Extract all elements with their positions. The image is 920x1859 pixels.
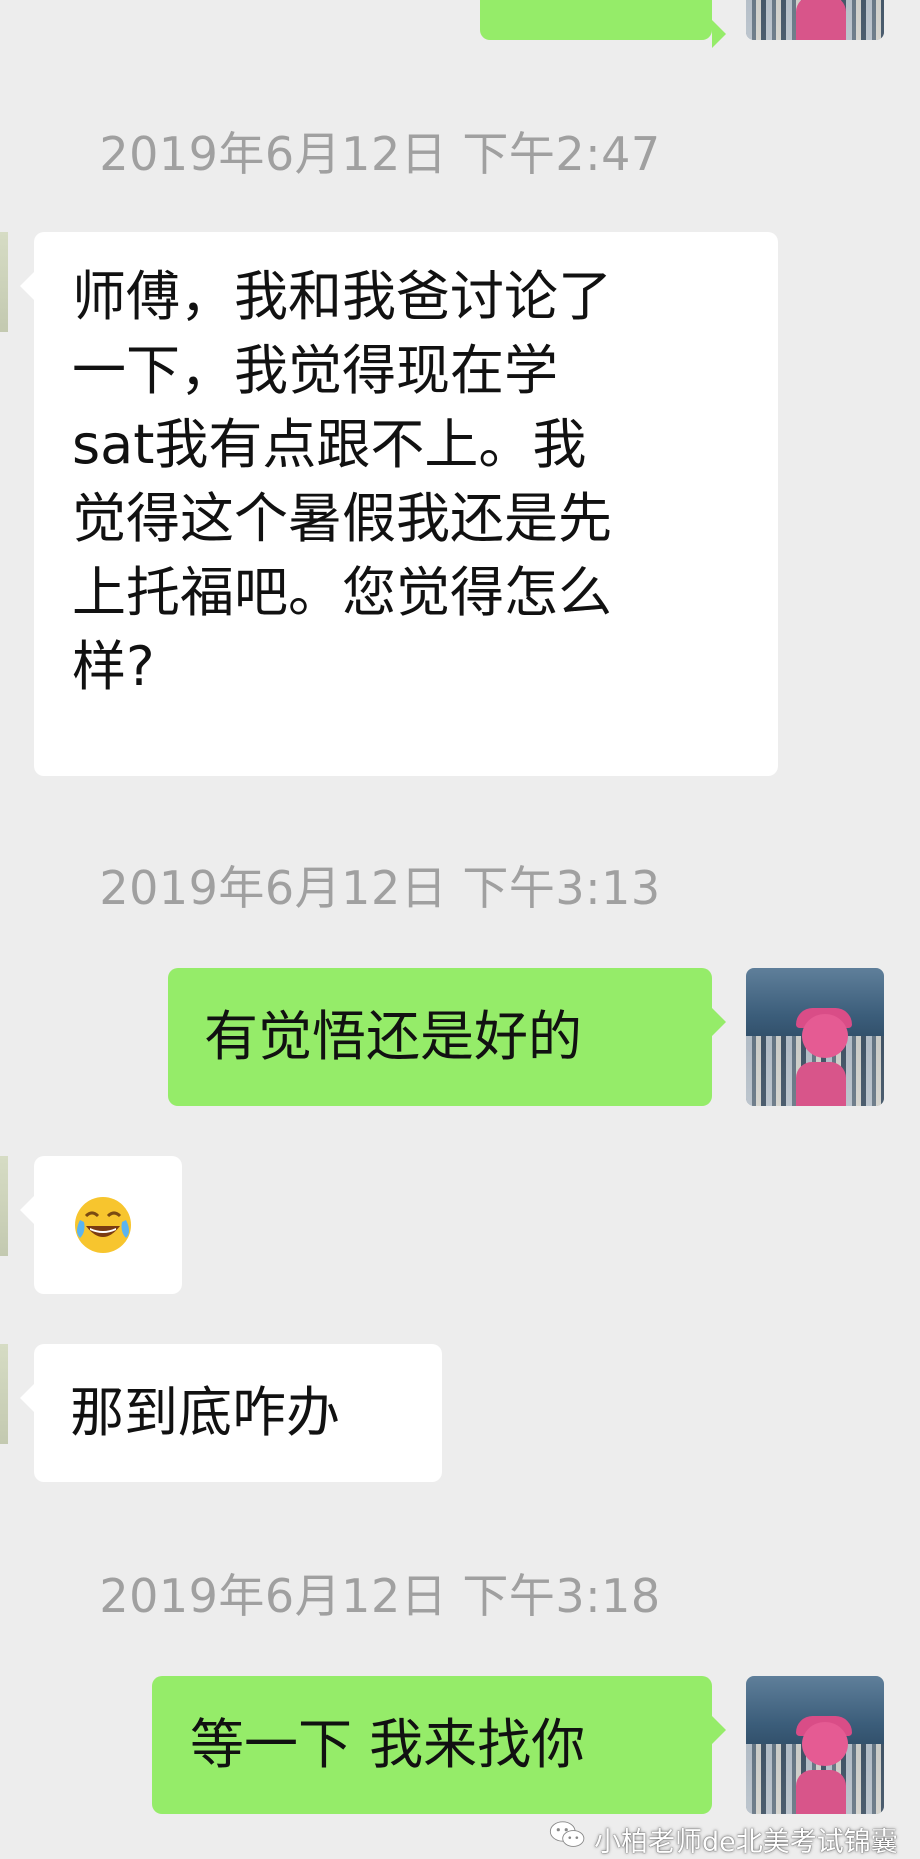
message-line: 样? xyxy=(72,635,155,698)
message-line: sat我有点跟不上。我 xyxy=(72,413,587,476)
message-line: 师傅，我和我爸讨论了 xyxy=(72,265,612,328)
wechat-icon xyxy=(549,1821,585,1847)
incoming-message-bubble[interactable]: 师傅，我和我爸讨论了 一下，我觉得现在学 sat我有点跟不上。我 觉得这个暑假我… xyxy=(20,232,778,776)
watermark-text: 小柏老师de北美考试锦囊 xyxy=(594,1827,898,1858)
timestamp: 2019年6月12日 下午2:47 xyxy=(99,127,661,181)
message-line: 上托福吧。您觉得怎么 xyxy=(72,561,612,624)
avatar-other-edge[interactable] xyxy=(0,232,8,332)
outgoing-message-bubble[interactable]: 有觉悟还是好的 xyxy=(168,968,726,1106)
avatar-self-top[interactable] xyxy=(746,0,884,40)
avatar-self[interactable] xyxy=(746,968,884,1106)
cropped-outgoing-bubble[interactable] xyxy=(480,0,726,48)
avatar-other-edge[interactable] xyxy=(0,1156,8,1256)
avatar-self[interactable] xyxy=(746,1676,884,1814)
message-line: 觉得这个暑假我还是先 xyxy=(72,487,612,550)
message-line: 一下，我觉得现在学 xyxy=(72,339,558,402)
timestamp: 2019年6月12日 下午3:13 xyxy=(99,861,661,915)
tears-of-joy-emoji-icon xyxy=(75,1197,131,1253)
outgoing-message-bubble[interactable]: 等一下 我来找你 xyxy=(152,1676,726,1814)
timestamp: 2019年6月12日 下午3:18 xyxy=(99,1569,661,1623)
incoming-emoji-bubble[interactable] xyxy=(20,1156,182,1294)
avatar-other-edge[interactable] xyxy=(0,1344,8,1444)
incoming-message-bubble[interactable]: 那到底咋办 xyxy=(20,1344,442,1482)
message-text: 有觉悟还是好的 xyxy=(204,1005,582,1068)
message-text: 那到底咋办 xyxy=(70,1381,340,1444)
message-text: 等一下 我来找你 xyxy=(190,1713,586,1776)
